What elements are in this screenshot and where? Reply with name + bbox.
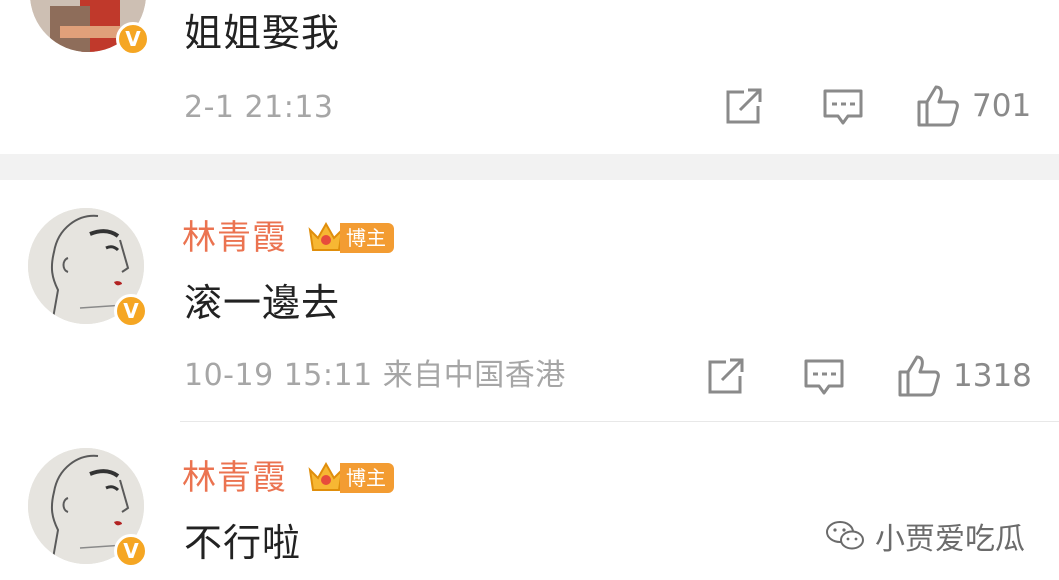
badge-label: 博主 <box>340 463 394 493</box>
watermark-text: 小贾爱吃瓜 <box>875 522 1025 557</box>
comment-item: V 林青霞 博主 滚一邊去 10-19 15:11 来自中国香港 1318 <box>0 180 1059 421</box>
like-button[interactable]: 1318 <box>897 354 1032 398</box>
comment-text: 不行啦 <box>184 521 302 565</box>
badge-label: 博主 <box>340 223 394 253</box>
like-count: 1318 <box>953 358 1032 394</box>
blogger-badge: 博主 <box>306 458 394 498</box>
comment-time: 10-19 15:11 来自中国香港 <box>184 358 566 393</box>
comment-icon <box>823 89 863 125</box>
verified-icon: V <box>114 534 148 568</box>
verified-icon: V <box>116 22 150 56</box>
comment-button[interactable] <box>822 88 864 128</box>
wechat-icon <box>826 521 864 550</box>
share-button[interactable] <box>724 88 766 126</box>
avatar[interactable]: V <box>28 448 148 568</box>
share-icon <box>726 88 762 124</box>
avatar[interactable]: V <box>30 0 150 56</box>
blogger-badge: 博主 <box>306 218 394 258</box>
like-icon <box>898 355 940 397</box>
comment-text: 姐姐娶我 <box>184 11 341 55</box>
like-count: 701 <box>972 88 1032 124</box>
author-name[interactable]: 林青霞 <box>182 458 287 498</box>
section-divider <box>0 154 1059 180</box>
comment-button[interactable] <box>803 358 845 398</box>
avatar[interactable]: V <box>28 208 148 328</box>
share-icon <box>708 358 744 394</box>
author-name[interactable]: 林青霞 <box>182 218 287 258</box>
comment-item: V 姐姐娶我 2-1 21:13 701 <box>0 0 1059 154</box>
comment-text: 滚一邊去 <box>184 281 341 325</box>
like-button[interactable]: 701 <box>916 84 1031 128</box>
watermark: 小贾爱吃瓜 <box>825 514 1025 558</box>
comment-icon <box>804 359 844 395</box>
verified-icon: V <box>114 294 148 328</box>
comment-time: 2-1 21:13 <box>184 90 334 125</box>
like-icon <box>917 85 959 127</box>
share-button[interactable] <box>706 358 748 396</box>
